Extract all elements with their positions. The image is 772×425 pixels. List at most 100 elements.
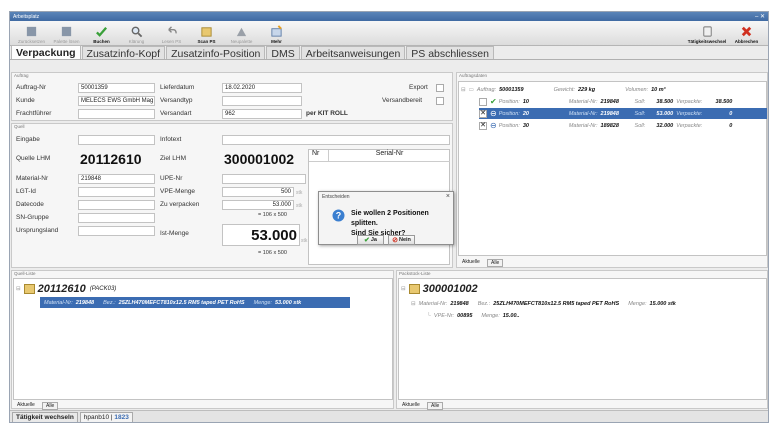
window-controls[interactable]: – ✕ (755, 13, 768, 20)
question-icon: ? (332, 209, 345, 222)
read-ps-button[interactable]: Lesen PS (154, 22, 189, 45)
quelle-lhm-value: 20112610 (80, 151, 142, 167)
col-nr: Nr (309, 150, 329, 161)
sn-gruppe-field[interactable] (78, 213, 155, 223)
filter-alle[interactable]: Alle (487, 259, 504, 267)
versandtyp-field[interactable] (222, 96, 302, 106)
more-icon (271, 25, 282, 37)
lgt-field[interactable] (78, 187, 155, 197)
row-checkbox-checked[interactable]: ✕ (479, 121, 487, 130)
filter-alle[interactable]: Alle (42, 402, 59, 410)
filter-alle[interactable]: Alle (427, 402, 444, 410)
frachtfuehrer-field[interactable] (78, 109, 155, 119)
calc-zu-verpacken: = 106 x 500 (258, 212, 287, 218)
expand-icon[interactable]: ⊟ (16, 286, 21, 292)
tree-row-auftrag[interactable]: ⊟ ▭ Auftrag: 50001359 Gewicht: 229 kg Vo… (461, 84, 761, 95)
versandart-field[interactable]: 962 (222, 109, 302, 119)
packstueck-liste-tree[interactable]: ⊟ 300001002 ⊟ Material-Nr: 219848 Bez.: … (398, 278, 767, 400)
kunde-field[interactable]: MELECS EWS GmbH Mag (78, 96, 155, 106)
package-icon (408, 284, 420, 294)
calc-ist-menge: = 106 x 500 (258, 250, 287, 256)
col-serial: Serial-Nr (375, 150, 404, 157)
scan-icon (201, 27, 212, 37)
tab-dms[interactable]: DMS (266, 46, 300, 60)
ursprungsland-field[interactable] (78, 226, 155, 236)
auftragsdaten-tree[interactable]: ⊟ ▭ Auftrag: 50001359 Gewicht: 229 kg Vo… (458, 81, 767, 256)
ziel-lhm-value: 300001002 (224, 151, 295, 167)
scan-ps-button[interactable]: Scan PS (189, 22, 224, 45)
vpe-menge-field[interactable]: 500 (222, 187, 294, 197)
tab-verpackung[interactable]: Verpackung (11, 45, 81, 59)
eingabe-input[interactable] (78, 135, 155, 145)
lieferdatum-field[interactable]: 18.02.2020 (222, 83, 302, 93)
switch-activity-tab[interactable]: Tätigkeit wechseln (12, 412, 78, 422)
tab-zusatzinfo-kopf[interactable]: Zusatzinfo-Kopf (81, 46, 166, 60)
tree-row-position[interactable]: ✔ Position: 10 Material-Nr: 219848 Soll:… (479, 96, 767, 107)
material-field[interactable]: 219848 (78, 174, 155, 184)
auftrag-group: Auftrag Auftrag-Nr 50001359 Lieferdatum … (11, 72, 453, 121)
expand-icon[interactable]: ⊟ (401, 286, 406, 292)
ist-menge-input[interactable]: 53.000 (222, 224, 300, 246)
minus-icon: ⊖ (490, 121, 497, 130)
filter-aktuelle[interactable]: Aktuelle (459, 259, 483, 267)
close-icon[interactable]: × (446, 193, 450, 200)
infotext-field[interactable] (222, 135, 450, 145)
tree-row-position[interactable]: ✕ ⊖ Position: 30 Material-Nr: 189828 Sol… (479, 120, 767, 131)
tab-ps-abschliessen[interactable]: PS abschliessen (406, 46, 494, 60)
tab-zusatzinfo-position[interactable]: Zusatzinfo-Position (166, 46, 266, 60)
pallet-release-button[interactable]: Palette lösen (49, 22, 84, 45)
window-title: Arbeitsplatz (13, 13, 40, 20)
switch-activity-button[interactable]: Tätigkeitswechsel (685, 22, 729, 45)
filter-aktuelle[interactable]: Aktuelle (14, 402, 38, 410)
cancel-button[interactable]: Abbrechen (729, 22, 764, 45)
no-button[interactable]: ⊘ Nein (388, 235, 415, 245)
packstueck-material-row[interactable]: ⊟ Material-Nr: 219848 Bez.: 25ZLH470MEFC… (411, 298, 761, 309)
check-icon (96, 27, 108, 37)
dialog-title-bar: Entscheiden × (322, 193, 450, 200)
tab-arbeitsanweisungen[interactable]: Arbeitsanweisungen (300, 46, 406, 60)
packstueck-liste-group: Packstück-Liste ⊟ 300001002 ⊟ Material-N… (396, 270, 768, 410)
quell-liste-group: Quell-Liste ⊟ 20112610 (PACK03) Material… (11, 270, 394, 410)
package-icon (23, 284, 35, 294)
auftrag-nr-field[interactable]: 50001359 (78, 83, 155, 93)
ok-icon: ✔ (490, 97, 497, 106)
export-checkbox[interactable] (436, 84, 444, 92)
auftragsdaten-group: Auftragsdaten ⊟ ▭ Auftrag: 50001359 Gewi… (456, 72, 768, 268)
versandbereit-checkbox[interactable] (436, 97, 444, 105)
row-checkbox[interactable] (479, 97, 487, 106)
quell-material-row[interactable]: Material-Nr: 219848 Bez.: 25ZLH470MEFCT8… (40, 297, 350, 308)
stop-icon: ⊘ (392, 237, 398, 244)
check-icon: ✔ (364, 237, 370, 244)
box-icon (236, 27, 247, 37)
title-bar: Arbeitsplatz – ✕ (10, 12, 768, 21)
minus-icon: ⊖ (490, 109, 497, 118)
clarify-button[interactable]: Klärung (119, 22, 154, 45)
book-button[interactable]: Buchen (84, 22, 119, 45)
new-pallet-button[interactable]: Neupalette (224, 22, 259, 45)
reset-icon (26, 26, 37, 37)
reset-button[interactable]: Zurücksetzen (14, 22, 49, 45)
yes-button[interactable]: ✔ Ja (357, 235, 384, 245)
quell-liste-tree[interactable]: ⊟ 20112610 (PACK03) Material-Nr: 219848 … (13, 278, 393, 400)
packstueck-vpe-row[interactable]: └ VPE-Nr: 00895 Menge: 15.00.. (427, 310, 529, 321)
expand-icon[interactable]: ⊟ (461, 87, 466, 93)
expand-icon[interactable]: ⊟ (411, 301, 416, 307)
ziel-lhm-node[interactable]: ⊟ 300001002 (401, 282, 478, 296)
versandart-text: per KIT ROLL (306, 110, 348, 117)
zu-verpacken-field[interactable]: 53.000 (222, 200, 294, 210)
search-icon (131, 26, 143, 38)
undo-icon (168, 26, 177, 34)
svg-text:?: ? (336, 211, 342, 221)
confirm-dialog: Entscheiden × ? Sie wollen 2 Positionen … (318, 191, 454, 245)
cancel-icon (741, 26, 752, 37)
row-checkbox-checked[interactable]: ✕ (479, 109, 487, 118)
quell-lhm-node[interactable]: ⊟ 20112610 (PACK03) (16, 282, 116, 296)
datecode-field[interactable] (78, 200, 155, 210)
user-tab[interactable]: hpanb10 | 1823 (79, 412, 133, 422)
more-button[interactable]: Mehr (259, 22, 294, 45)
upe-field[interactable] (222, 174, 306, 184)
tree-row-position[interactable]: ✕ ⊖ Position: 20 Material-Nr: 219848 Sol… (479, 108, 767, 119)
switch-icon (702, 26, 712, 37)
filter-aktuelle[interactable]: Aktuelle (399, 402, 423, 410)
pallet-icon (61, 26, 72, 37)
